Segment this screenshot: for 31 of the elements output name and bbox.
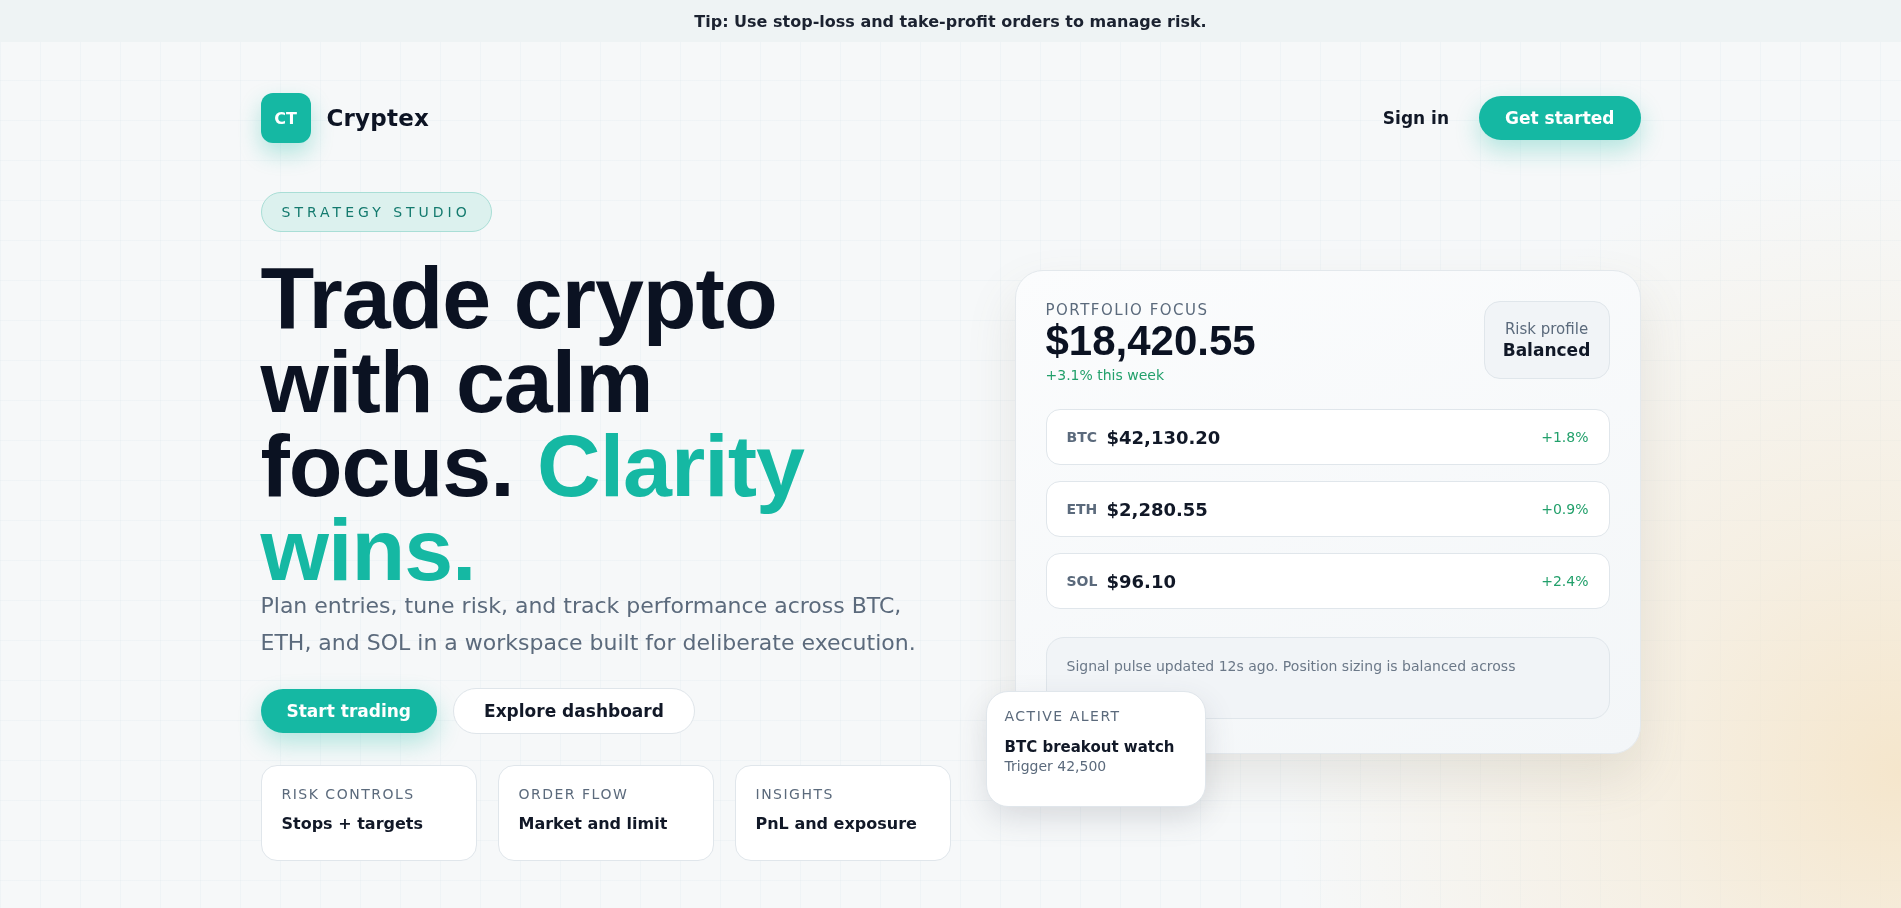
signal-note-text: Signal pulse updated 12s ago. Position sizing is balanced across xyxy=(1066,658,1516,674)
hero-description: Plan entries, tune risk, and track performance across BTC, ETH, and SOL in a workspace built for deliberate execution. xyxy=(260,592,917,657)
risk-label: Risk profile xyxy=(1504,320,1589,338)
sign-in-link[interactable]: Sign in xyxy=(1382,108,1450,128)
asset-change: +0.9% xyxy=(1541,501,1589,517)
tip-text: Tip: Use stop-loss and take-profit orders to manage risk. xyxy=(694,11,1207,31)
feature-label: ORDER FLOW xyxy=(518,786,630,802)
asset-price: $2,280.55 xyxy=(1106,498,1209,520)
asset-symbol: BTC xyxy=(1066,429,1098,445)
feature-value: Market and limit xyxy=(518,814,669,833)
asset-change: +2.4% xyxy=(1541,573,1589,589)
feature-label: RISK CONTROLS xyxy=(281,786,416,802)
explore-dashboard-button[interactable]: Explore dashboard xyxy=(453,688,695,734)
alert-detail: Trigger 42,500 xyxy=(1004,758,1108,774)
section-badge: STRATEGY STUDIO xyxy=(260,192,492,232)
asset-price: $42,130.20 xyxy=(1106,426,1222,448)
feature-value: Stops + targets xyxy=(281,814,424,833)
asset-symbol: SOL xyxy=(1066,573,1099,589)
asset-change: +1.8% xyxy=(1541,429,1589,445)
feature-label: INSIGHTS xyxy=(755,786,835,802)
portfolio-value: $18,420.55 xyxy=(1045,319,1256,363)
portfolio-change: +3.1% this week xyxy=(1045,367,1166,383)
alert-label: ACTIVE ALERT xyxy=(1004,708,1122,724)
feature-value: PnL and exposure xyxy=(755,814,918,833)
hero-headline: Trade crypto with calm focus. Clarity wins. xyxy=(260,256,804,592)
asset-symbol: ETH xyxy=(1066,501,1099,517)
asset-price: $96.10 xyxy=(1106,570,1177,592)
alert-title: BTC breakout watch xyxy=(1004,738,1176,756)
risk-value: Balanced xyxy=(1502,340,1591,360)
portfolio-label: PORTFOLIO FOCUS xyxy=(1045,301,1210,319)
brand-name[interactable]: Cryptex xyxy=(326,105,429,131)
